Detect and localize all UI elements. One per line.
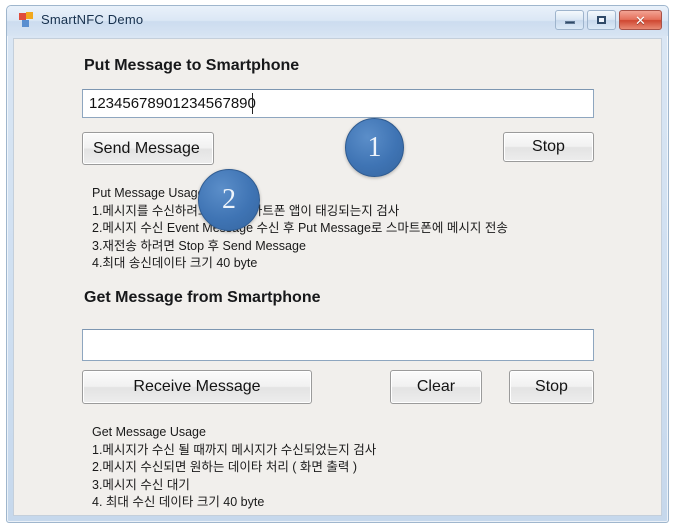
send-message-button[interactable]: Send Message [82, 132, 214, 165]
maximize-icon [597, 16, 606, 24]
get-usage-text: Get Message Usage 1.메시지가 수신 될 때까지 메시지가 수… [92, 424, 376, 512]
application-window: SmartNFC Demo ✕ Put Message to Smartphon… [6, 5, 669, 523]
minimize-icon [564, 21, 575, 24]
clear-button[interactable]: Clear [390, 370, 482, 404]
annotation-badge-1: 1 [345, 118, 404, 177]
get-usage-line-3: 3.메시지 수신 대기 [92, 477, 190, 492]
app-icon-square-red [19, 13, 26, 20]
put-section-heading: Put Message to Smartphone [84, 57, 300, 74]
get-message-input[interactable] [82, 329, 594, 361]
put-usage-line-2: 2.메시지 수신 Event Message 수신 후 Put Message로… [92, 221, 508, 235]
get-usage-line-4: 4. 최대 수신 데이타 크기 40 byte [92, 495, 265, 509]
put-message-input[interactable] [82, 89, 594, 118]
window-controls: ✕ [555, 10, 662, 30]
get-usage-title: Get Message Usage [92, 425, 206, 439]
put-stop-button[interactable]: Stop [503, 132, 594, 162]
maximize-button[interactable] [587, 10, 616, 30]
get-stop-button[interactable]: Stop [509, 370, 594, 404]
app-icon-square-orange [26, 12, 33, 19]
get-usage-line-2: 2.메시지 수신되면 원하는 데이타 처리 ( 화면 출력 ) [92, 460, 358, 474]
form-client-area: Put Message to Smartphone Send Message S… [13, 38, 662, 516]
put-usage-line-4: 4.최대 송신데이타 크기 40 byte [92, 256, 258, 270]
put-usage-line-3: 3.재전송 하려면 Stop 후 Send Message [92, 238, 306, 253]
minimize-button[interactable] [555, 10, 584, 30]
get-usage-line-1: 1.메시지가 수신 될 때까지 메시지가 수신되었는지 검사 [92, 442, 377, 457]
put-usage-text: Put Message Usage 1.메시지를 수신하려고 하는 스마트폰 앱… [92, 185, 508, 273]
app-icon-square-blue [22, 20, 29, 27]
put-usage-title: Put Message Usage [92, 186, 205, 200]
get-section-heading: Get Message from Smartphone [84, 289, 321, 306]
text-caret [252, 93, 253, 114]
window-title: SmartNFC Demo [41, 12, 144, 27]
title-bar[interactable]: SmartNFC Demo ✕ [7, 6, 668, 36]
close-button[interactable]: ✕ [619, 10, 662, 30]
title-bar-left: SmartNFC Demo [19, 12, 143, 27]
application-icon [19, 12, 34, 27]
close-icon: ✕ [635, 12, 646, 28]
receive-message-button[interactable]: Receive Message [82, 370, 312, 404]
annotation-badge-2: 2 [198, 169, 260, 231]
put-usage-line-1: 1.메시지를 수신하려고 하는 스마트폰 앱이 태깅되는지 검사 [92, 203, 400, 218]
